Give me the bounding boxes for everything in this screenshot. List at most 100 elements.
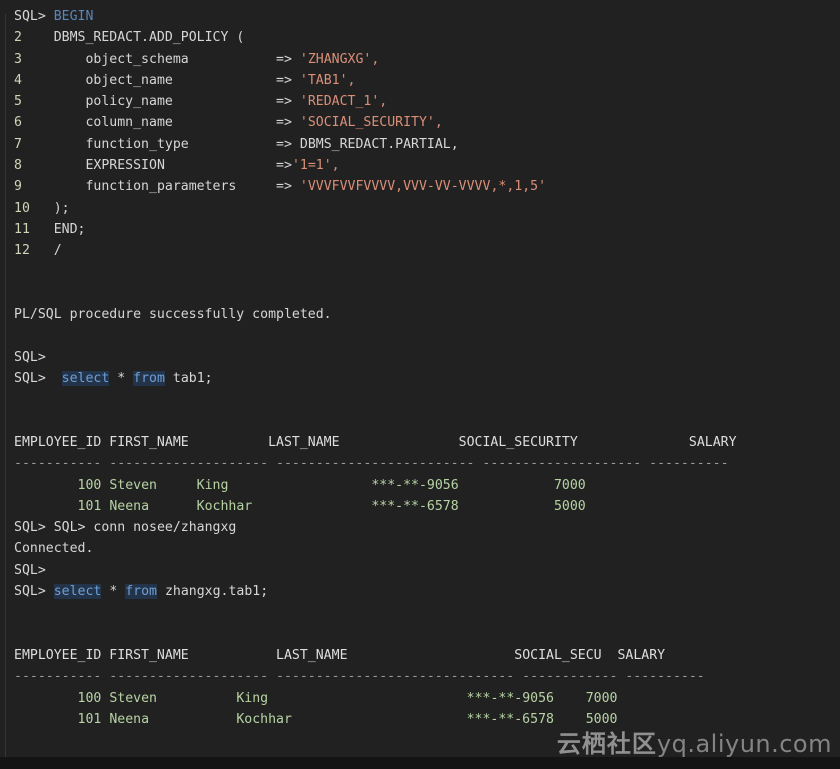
plsql-line-4: 4 object_name => 'TAB1', bbox=[0, 70, 840, 91]
command-line-conn: SQL> SQL> conn nosee/zhangxg bbox=[0, 517, 840, 538]
column-header-salary: SALARY bbox=[617, 647, 666, 663]
column-header-last-name: LAST_NAME bbox=[276, 647, 348, 663]
pad bbox=[189, 52, 276, 67]
param-name: column_name bbox=[85, 115, 173, 131]
column-header-employee-id: EMPLOYEE_ID bbox=[14, 434, 102, 450]
bottom-band bbox=[0, 757, 840, 769]
pad bbox=[173, 115, 276, 130]
cell-last-name: King bbox=[236, 690, 269, 706]
cell-first-name: Steven bbox=[109, 690, 157, 706]
line-number: 6 bbox=[14, 115, 22, 131]
watermark-cn-text: 云栖社区 bbox=[556, 729, 657, 758]
param-name: policy_name bbox=[85, 94, 173, 110]
terminal-window[interactable]: SQL> BEGIN 2 DBMS_REDACT.ADD_POLICY ( 3 … bbox=[0, 0, 840, 769]
prompt-line-empty: SQL> bbox=[0, 347, 840, 368]
keyword-begin: BEGIN bbox=[53, 9, 94, 24]
prompt-line-empty: SQL> bbox=[0, 560, 840, 581]
sql-prompt: SQL> bbox=[14, 562, 46, 578]
param-value: 'VVVFVVFVVVV,VVV-VV-VVVV,*,1,5' bbox=[299, 179, 547, 195]
column-header-social-secu: SOCIAL_SECU bbox=[514, 647, 602, 663]
line-number: 10 bbox=[14, 200, 30, 216]
cell-employee-id: 101 bbox=[77, 711, 102, 727]
pad bbox=[165, 158, 276, 173]
plsql-line-9: 9 function_parameters => 'VVVFVVFVVVV,VV… bbox=[0, 176, 840, 197]
param-value: DBMS_REDACT.PARTIAL, bbox=[299, 136, 459, 152]
result-table-2-separator: ----------- -------------------- -------… bbox=[14, 669, 705, 685]
cell-social-security: ***-**-9056 bbox=[466, 690, 554, 706]
line-number: 3 bbox=[14, 51, 22, 67]
window-edge-artifact bbox=[5, 14, 6, 757]
column-header-salary: SALARY bbox=[688, 434, 737, 450]
table-row: 100 Steven King ***-**-9056 7000 bbox=[0, 475, 840, 496]
sql-prompt: SQL> bbox=[14, 9, 46, 24]
plsql-line-6: 6 column_name => 'SOCIAL_SECURITY', bbox=[0, 112, 840, 133]
plsql-completed-message: PL/SQL procedure successfully completed. bbox=[0, 304, 840, 325]
table-reference: zhangxg.tab1; bbox=[164, 584, 269, 600]
line-number: 2 bbox=[14, 30, 22, 46]
keyword-select: select bbox=[61, 371, 110, 387]
watermark: 云栖社区yq.aliyun.com bbox=[557, 732, 832, 756]
table-row: 101 Neena Kochhar ***-**-6578 5000 bbox=[0, 496, 840, 517]
sql-prompt: SQL> bbox=[14, 349, 46, 365]
result-table-1-header: EMPLOYEE_ID FIRST_NAME LAST_NAME SOCIAL_… bbox=[0, 432, 840, 453]
cell-salary: 7000 bbox=[553, 477, 586, 493]
param-name: function_type bbox=[85, 136, 189, 152]
plsql-statement: ); bbox=[53, 200, 70, 216]
line-number: 4 bbox=[14, 72, 22, 88]
cell-last-name: King bbox=[196, 477, 229, 493]
keyword-from: from bbox=[125, 584, 157, 600]
result-table-1-separator: ----------- -------------------- -------… bbox=[14, 456, 729, 472]
cell-social-security: ***-**-9056 bbox=[371, 477, 459, 493]
plsql-statement: DBMS_REDACT.ADD_POLICY ( bbox=[53, 30, 245, 46]
arrow: => bbox=[276, 179, 292, 195]
column-header-first-name: FIRST_NAME bbox=[109, 647, 189, 663]
cell-social-security: ***-**-6578 bbox=[466, 711, 554, 727]
plsql-line-12: 12 / bbox=[0, 240, 840, 261]
arrow: => bbox=[276, 51, 292, 67]
cell-first-name: Neena bbox=[109, 498, 150, 514]
column-header-last-name: LAST_NAME bbox=[268, 434, 340, 450]
column-header-social-security: SOCIAL_SECURITY bbox=[458, 434, 578, 450]
arrow: => bbox=[276, 115, 292, 131]
cell-salary: 5000 bbox=[553, 498, 586, 514]
plsql-begin-line: SQL> BEGIN bbox=[0, 6, 840, 27]
param-value: 'SOCIAL_SECURITY', bbox=[299, 115, 443, 131]
sql-prompt: SQL> bbox=[14, 584, 46, 600]
plsql-statement: / bbox=[53, 243, 62, 259]
cell-first-name: Steven bbox=[109, 477, 157, 493]
cell-salary: 5000 bbox=[585, 711, 618, 727]
star-glob: * bbox=[117, 371, 126, 387]
param-name: object_name bbox=[85, 72, 173, 88]
command-line-select-zhangxg-tab1: SQL> select * from zhangxg.tab1; bbox=[0, 581, 840, 602]
column-header-employee-id: EMPLOYEE_ID bbox=[14, 647, 102, 663]
pad bbox=[173, 73, 276, 88]
plsql-line-10: 10 ); bbox=[0, 198, 840, 219]
plsql-statement: END; bbox=[53, 221, 86, 237]
cell-employee-id: 100 bbox=[77, 477, 102, 493]
terminal-screen[interactable]: SQL> BEGIN 2 DBMS_REDACT.ADD_POLICY ( 3 … bbox=[0, 0, 840, 757]
table-row: 101 Neena Kochhar ***-**-6578 5000 bbox=[0, 709, 840, 730]
